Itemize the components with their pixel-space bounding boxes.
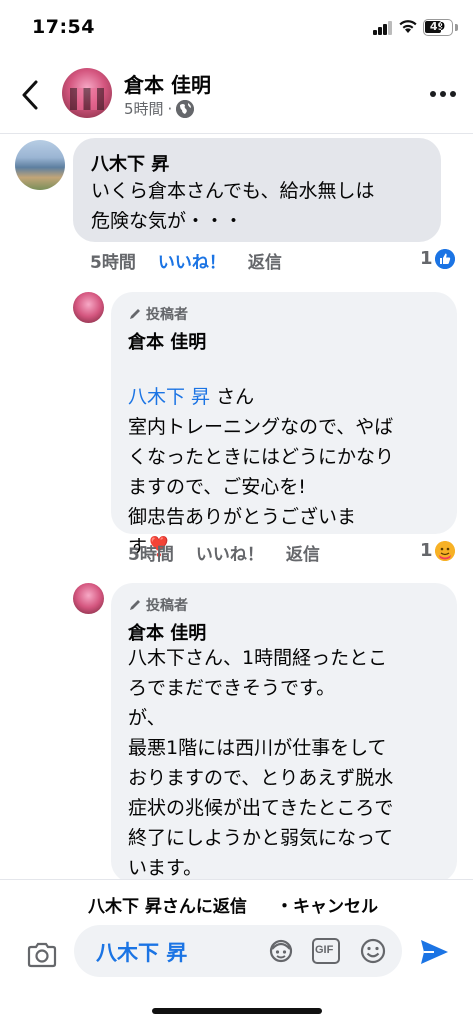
gif-label: GIF bbox=[315, 944, 334, 956]
reply-author-avatar[interactable] bbox=[73, 583, 104, 614]
comment-actions: 5時間 いいね！ 返信 bbox=[90, 248, 282, 273]
comment-author[interactable]: 倉本 佳明 bbox=[128, 328, 206, 354]
wifi-icon bbox=[399, 20, 417, 33]
like-button[interactable]: いいね！ bbox=[196, 540, 264, 565]
author-badge-label: 投稿者 bbox=[146, 598, 188, 614]
reaction-summary[interactable]: 1 bbox=[420, 540, 455, 561]
post-meta-separator: · bbox=[167, 99, 173, 118]
reply-bubble: 投稿者 倉本 佳明 八木下 昇 さん 室内トレーニングなので、やば くなったとき… bbox=[111, 292, 457, 558]
comment-composer: 八木下 昇 GIF bbox=[0, 925, 473, 985]
comment-author[interactable]: 八木下 昇 bbox=[91, 150, 169, 176]
reply-actions: 5時間 いいね！ 返信 bbox=[128, 540, 320, 565]
replying-to-bar: 八木下 昇さんに返信 ・キャンセル bbox=[0, 879, 473, 925]
reply-author-avatar[interactable] bbox=[73, 292, 104, 323]
post-meta: 5時間 · bbox=[124, 98, 195, 119]
emoji-icon[interactable] bbox=[358, 937, 388, 965]
author-badge: 投稿者 bbox=[128, 304, 188, 324]
author-badge-label: 投稿者 bbox=[146, 307, 188, 323]
comment-text: 八木下さん、1時間経ったとこ ろでまだできそうです。 が、 最悪1階には西川が仕… bbox=[128, 647, 394, 879]
cellular-signal-icon bbox=[373, 21, 394, 35]
reaction-summary[interactable]: 1 bbox=[420, 248, 455, 269]
reaction-count: 1 bbox=[420, 248, 433, 269]
comment-input[interactable]: 八木下 昇 GIF bbox=[74, 925, 402, 977]
comment-time: 5時間 bbox=[128, 545, 174, 565]
pencil-icon bbox=[130, 309, 140, 319]
cancel-reply-button[interactable]: ・キャンセル bbox=[276, 892, 378, 917]
comment-bubble: 八木下 昇 いくら倉本さんでも、給水無しは 危険な気が・・・ bbox=[73, 138, 441, 242]
status-time: 17:54 bbox=[32, 16, 95, 38]
camera-icon[interactable] bbox=[26, 941, 58, 969]
comment-text: いくら倉本さんでも、給水無しは 危険な気が・・・ bbox=[91, 180, 375, 232]
battery-tip bbox=[455, 24, 458, 31]
care-reaction-icon bbox=[434, 540, 455, 561]
more-options-icon[interactable] bbox=[428, 88, 458, 100]
status-bar: 17:54 49 bbox=[0, 0, 473, 58]
pencil-icon bbox=[130, 600, 140, 610]
commenter-avatar[interactable] bbox=[15, 140, 65, 190]
post-author-avatar[interactable] bbox=[62, 68, 112, 118]
author-badge: 投稿者 bbox=[128, 595, 188, 615]
post-header: 倉本 佳明 5時間 · bbox=[0, 58, 473, 134]
battery-icon: 49 bbox=[423, 19, 453, 36]
like-button[interactable]: いいね！ bbox=[158, 248, 226, 273]
send-icon[interactable] bbox=[418, 937, 450, 967]
comment-author[interactable]: 倉本 佳明 bbox=[128, 619, 206, 645]
reaction-count: 1 bbox=[420, 540, 433, 561]
gif-icon[interactable]: GIF bbox=[312, 938, 340, 964]
globe-icon bbox=[176, 99, 195, 118]
home-indicator bbox=[152, 1008, 322, 1014]
reply-bubble: 投稿者 倉本 佳明 八木下さん、1時間経ったとこ ろでまだできそうです。 が、 … bbox=[111, 583, 457, 883]
reply-button[interactable]: 返信 bbox=[286, 540, 320, 565]
comment-time: 5時間 bbox=[90, 253, 136, 273]
battery-level: 49 bbox=[429, 20, 446, 33]
comment-input-value: 八木下 昇 bbox=[96, 941, 188, 965]
reply-button[interactable]: 返信 bbox=[248, 248, 282, 273]
replying-to-text: 八木下 昇さんに返信 bbox=[88, 897, 247, 917]
post-author-name[interactable]: 倉本 佳明 bbox=[124, 69, 211, 98]
avatar-sticker-icon[interactable] bbox=[266, 937, 296, 965]
post-time: 5時間 bbox=[124, 100, 164, 118]
like-reaction-icon bbox=[434, 248, 455, 269]
back-chevron-icon[interactable] bbox=[14, 76, 48, 114]
comment-text: 室内トレーニングなので、やば くなったときにはどうにかなり ますので、ご安心を!… bbox=[128, 382, 394, 562]
